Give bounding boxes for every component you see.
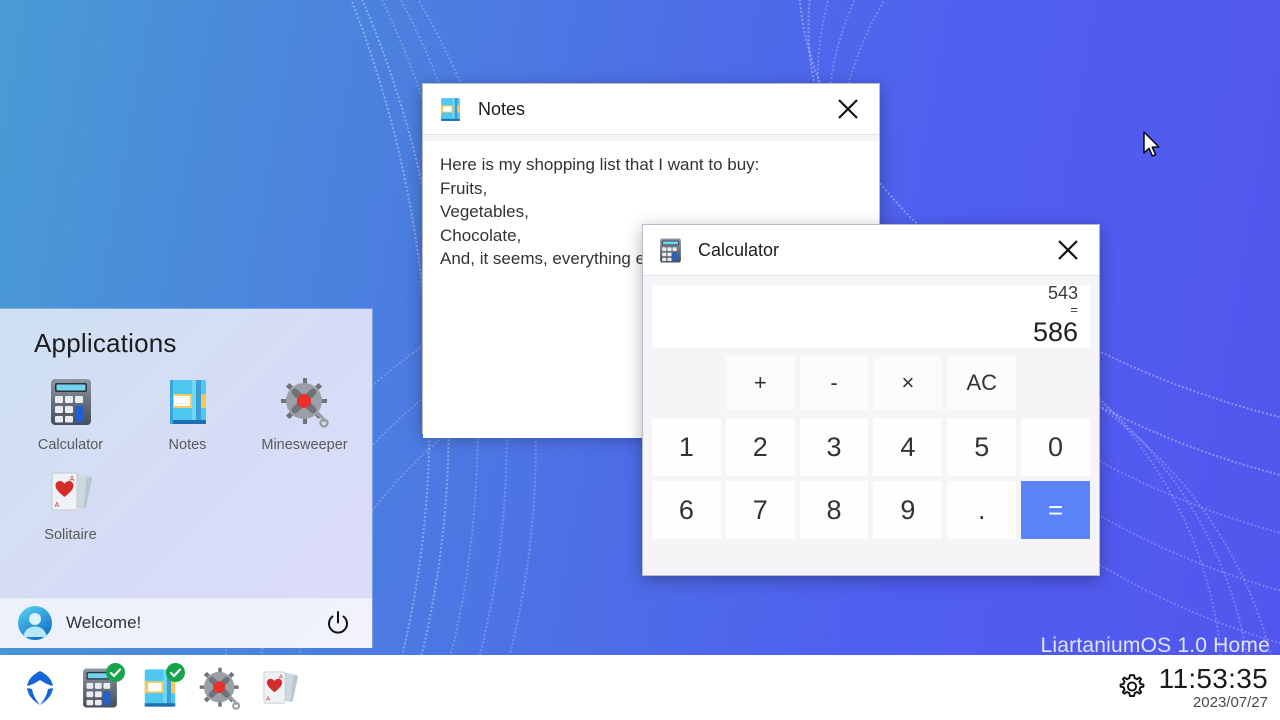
calculator-key-3[interactable]: 3 bbox=[799, 418, 869, 476]
app-item-notes[interactable]: Notes bbox=[129, 371, 246, 461]
running-indicator-icon bbox=[166, 662, 185, 682]
calculator-key-4[interactable]: 4 bbox=[873, 418, 943, 476]
app-label: Calculator bbox=[37, 437, 104, 453]
welcome-text: Welcome! bbox=[66, 613, 142, 632]
calculator-key-blank bbox=[1021, 356, 1090, 410]
calculator-key-5[interactable]: 5 bbox=[947, 418, 1017, 476]
calculator-key-0[interactable]: 0 bbox=[1021, 418, 1090, 476]
notes-titlebar[interactable]: Notes bbox=[423, 84, 879, 135]
calculator-number-row-1: 1 2 3 4 5 0 bbox=[652, 418, 1090, 476]
app-label: Solitaire bbox=[44, 527, 97, 543]
clock-date: 2023/07/27 bbox=[1192, 694, 1268, 711]
taskbar-item-solitaire[interactable]: A A bbox=[256, 664, 304, 712]
user-avatar-icon[interactable] bbox=[18, 606, 52, 640]
close-icon[interactable] bbox=[1055, 237, 1081, 263]
notes-window-title: Notes bbox=[478, 98, 526, 119]
calculator-key-1[interactable]: 1 bbox=[652, 418, 721, 476]
app-item-minesweeper[interactable]: Minesweeper bbox=[246, 371, 363, 461]
svg-text:A: A bbox=[54, 502, 59, 509]
calculator-titlebar[interactable]: Calculator bbox=[643, 225, 1099, 276]
app-label: Notes bbox=[168, 437, 207, 453]
gear-icon[interactable] bbox=[1117, 673, 1147, 703]
calculator-display: 543 = 586 bbox=[652, 283, 1090, 348]
notes-icon bbox=[437, 96, 464, 123]
minesweeper-icon bbox=[198, 666, 242, 710]
calculator-key-9[interactable]: 9 bbox=[873, 481, 943, 539]
running-indicator-icon bbox=[106, 662, 125, 682]
taskbar: A A 11:53:35 2023/07/27 bbox=[0, 655, 1280, 720]
calculator-key-blank bbox=[652, 356, 721, 410]
svg-text:A: A bbox=[266, 696, 270, 702]
calculator-expression: 543 bbox=[1047, 283, 1078, 303]
app-item-solitaire[interactable]: A A Solitaire bbox=[12, 461, 129, 551]
calculator-key-ac[interactable]: AC bbox=[947, 356, 1017, 410]
solitaire-icon: A A bbox=[45, 466, 97, 518]
applications-panel-title: Applications bbox=[34, 328, 177, 358]
calculator-icon bbox=[657, 237, 684, 264]
calculator-window[interactable]: Calculator 543 = 586 + - × AC 1 2 3 4 5 … bbox=[642, 224, 1100, 576]
calculator-key-8[interactable]: 8 bbox=[799, 481, 869, 539]
app-label: Minesweeper bbox=[261, 437, 348, 453]
welcome-bar: Welcome! bbox=[0, 597, 372, 648]
taskbar-item-calculator[interactable] bbox=[76, 662, 125, 712]
taskbar-app-list: A A bbox=[0, 662, 304, 712]
applications-grid: Calculator Notes Minesweeper A A Solitai… bbox=[0, 359, 372, 551]
calculator-key-equals[interactable]: = bbox=[1021, 481, 1090, 539]
calculator-key-minus[interactable]: - bbox=[799, 356, 869, 410]
calculator-icon bbox=[45, 376, 97, 428]
os-logo-icon bbox=[18, 666, 62, 710]
clock-time: 11:53:35 bbox=[1158, 663, 1268, 694]
power-icon[interactable] bbox=[324, 609, 352, 637]
minesweeper-icon bbox=[279, 376, 331, 428]
calculator-key-multiply[interactable]: × bbox=[873, 356, 943, 410]
calculator-key-2[interactable]: 2 bbox=[725, 418, 795, 476]
calculator-key-7[interactable]: 7 bbox=[725, 481, 795, 539]
notes-icon bbox=[162, 376, 214, 428]
close-icon[interactable] bbox=[835, 96, 861, 122]
taskbar-tray: 11:53:35 2023/07/27 bbox=[1117, 665, 1280, 710]
calculator-operator: = bbox=[1070, 302, 1078, 317]
solitaire-icon: A A bbox=[258, 666, 302, 710]
start-button[interactable] bbox=[16, 664, 64, 712]
calculator-key-decimal[interactable]: . bbox=[947, 481, 1017, 539]
clock[interactable]: 11:53:35 2023/07/27 bbox=[1158, 663, 1268, 711]
calculator-window-title: Calculator bbox=[698, 239, 780, 260]
calculator-key-plus[interactable]: + bbox=[725, 356, 795, 410]
app-item-calculator[interactable]: Calculator bbox=[12, 371, 129, 461]
calculator-result: 586 bbox=[1032, 317, 1078, 347]
taskbar-item-minesweeper[interactable] bbox=[196, 664, 244, 712]
calculator-number-row-2: 6 7 8 9 . = bbox=[652, 481, 1090, 539]
calculator-key-6[interactable]: 6 bbox=[652, 481, 721, 539]
taskbar-item-notes[interactable] bbox=[136, 662, 185, 712]
calculator-operator-row: + - × AC bbox=[652, 356, 1090, 410]
